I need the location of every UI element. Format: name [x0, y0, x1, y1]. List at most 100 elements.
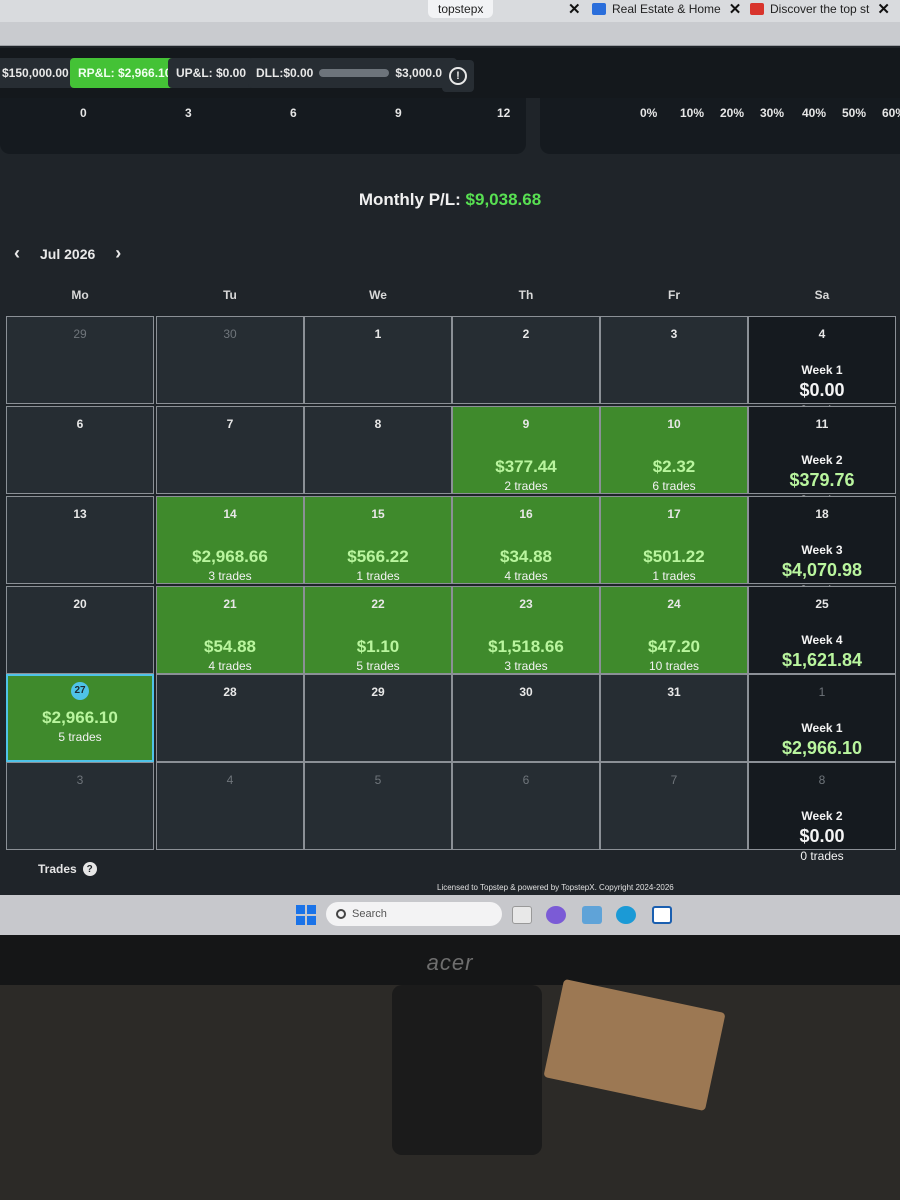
day-number: 1	[818, 685, 826, 699]
taskbar-search[interactable]: Search	[326, 902, 502, 926]
dll-progress-bar	[319, 69, 390, 77]
day-number: 22	[371, 597, 385, 611]
week-summary-cell[interactable]: 25Week 4$1,621.8422 trades	[748, 586, 896, 687]
calendar-day-cell[interactable]: 6	[6, 406, 154, 494]
axis-tick: 6	[290, 106, 297, 120]
daily-loss-limit: DLL:$0.00 $3,000.00	[248, 58, 457, 88]
calendar-day-cell[interactable]: 20	[6, 586, 154, 674]
calendar-day-cell[interactable]: 3	[600, 316, 748, 404]
calendar-day-cell[interactable]: 29	[304, 674, 452, 762]
day-of-week-label: We	[369, 288, 387, 302]
week-summary-cell[interactable]: 1Week 1$2,966.105 trades	[748, 674, 896, 775]
day-number: 2	[522, 327, 530, 341]
axis-tick: 20%	[720, 106, 745, 120]
week-summary-cell[interactable]: 8 Week 2 $0.00 0 trades	[748, 762, 896, 863]
calendar-day-cell[interactable]: 31	[600, 674, 748, 762]
winrate-panel: 0% 10% 20% 30% 40% 50% 60%	[540, 98, 900, 154]
calendar-day-cell[interactable]: 7	[156, 406, 304, 494]
calendar-day-cell[interactable]: 14 $2,968.66 3 trades	[156, 496, 304, 584]
week-pnl: $0.00	[799, 380, 845, 400]
axis-tick: 9	[395, 106, 402, 120]
week-label: Week 1	[801, 363, 843, 377]
calendar-day-cell[interactable]: 21 $54.88 4 trades	[156, 586, 304, 674]
calendar-day-cell[interactable]: 5	[304, 762, 452, 850]
browser-tab-topstepx[interactable]: topstepx	[428, 0, 494, 18]
axis-tick: 12	[497, 106, 511, 120]
info-icon: !	[449, 67, 467, 85]
calendar-day-cell[interactable]: 16 $34.88 4 trades	[452, 496, 600, 584]
calendar-day-cell[interactable]: 9 $377.44 2 trades	[452, 406, 600, 494]
trades-label: Trades	[38, 862, 77, 876]
week-label: Week 4	[801, 633, 843, 647]
license-text: Licensed to Topstep & powered by Topstep…	[437, 883, 674, 892]
help-icon[interactable]: ?	[82, 862, 97, 876]
calendar-day-cell[interactable]: 1	[304, 316, 452, 404]
calendar-day-cell[interactable]: 17 $501.22 1 trades	[600, 496, 748, 584]
axis-tick: 10%	[680, 106, 705, 120]
day-number: 4	[226, 773, 234, 787]
chevron-left-icon[interactable]: ‹	[8, 243, 26, 264]
info-button[interactable]: !	[442, 60, 474, 92]
week-summary-cell[interactable]: 4Week 1$0.000 trades	[748, 316, 896, 417]
close-icon[interactable]: ✕	[877, 0, 890, 18]
day-pnl: $47.20	[648, 637, 700, 656]
day-number: 11	[815, 417, 829, 431]
browser-tab-real-estate[interactable]: Real Estate & Home ✕	[592, 0, 741, 18]
calendar-day-cell[interactable]: 4	[156, 762, 304, 850]
calendar-day-cell[interactable]: 15 $566.22 1 trades	[304, 496, 452, 584]
calendar-day-cell[interactable]: 30	[156, 316, 304, 404]
copilot-icon[interactable]	[546, 906, 566, 924]
tab-label: topstepx	[438, 2, 484, 16]
calendar-day-cell[interactable]: 24 $47.20 10 trades	[600, 586, 748, 674]
chevron-right-icon[interactable]: ›	[109, 243, 127, 264]
close-icon[interactable]: ✕	[729, 0, 742, 18]
axis-tick: 60%	[882, 106, 900, 120]
calendar-day-cell[interactable]: 10 $2.32 6 trades	[600, 406, 748, 494]
week-summary-cell[interactable]: 18Week 3$4,070.989 trades	[748, 496, 896, 597]
calendar-day-cell[interactable]: 27 $2,966.10 5 trades	[6, 674, 154, 762]
calendar-day-cell[interactable]: 22 $1.10 5 trades	[304, 586, 452, 674]
task-view-icon[interactable]	[512, 906, 532, 924]
calendar-day-cell[interactable]: 28	[156, 674, 304, 762]
day-trade-count: 6 trades	[652, 479, 696, 493]
calendar-day-cell[interactable]: 29	[6, 316, 154, 404]
day-of-week-label: Mo	[71, 288, 89, 302]
browser-tab-discover[interactable]: Discover the top st ✕	[750, 0, 890, 18]
week-pnl: $379.76	[789, 470, 855, 490]
discover-favicon-icon	[750, 3, 764, 15]
calendar-day-cell[interactable]: 2	[452, 316, 600, 404]
day-pnl: $1.10	[356, 637, 400, 656]
monitor-brand-logo: acer	[426, 950, 474, 975]
calendar-day-cell[interactable]: 13	[6, 496, 154, 584]
day-number: 31	[667, 685, 681, 699]
tab-label: Real Estate & Home	[612, 2, 721, 16]
calendar-day-cell[interactable]: 6	[452, 762, 600, 850]
day-number: 17	[667, 507, 681, 521]
day-number: 8	[818, 773, 826, 787]
week-summary-cell[interactable]: 11Week 2$379.768 trades	[748, 406, 896, 507]
day-trade-count: 1 trades	[652, 569, 696, 583]
day-pnl: $34.88	[500, 547, 552, 566]
calendar-day-cell[interactable]: 3	[6, 762, 154, 850]
day-number: 28	[223, 685, 237, 699]
day-number: 5	[374, 773, 382, 787]
calendar-day-cell[interactable]: 23 $1,518.66 3 trades	[452, 586, 600, 674]
app-icon[interactable]	[652, 906, 672, 924]
photos-icon[interactable]	[582, 906, 602, 924]
monitor-stand	[392, 985, 542, 1155]
calendar-day-cell[interactable]: 30	[452, 674, 600, 762]
day-number: 3	[76, 773, 84, 787]
day-of-week-label: Tu	[223, 288, 237, 302]
day-pnl: $501.22	[643, 547, 705, 566]
windows-start-icon[interactable]	[296, 905, 316, 925]
day-trade-count: 4 trades	[504, 569, 548, 583]
day-number: 9	[522, 417, 530, 431]
account-balance: $150,000.00	[0, 58, 77, 88]
day-pnl: $566.22	[347, 547, 409, 566]
edge-browser-icon[interactable]	[616, 906, 636, 924]
day-number: 30	[223, 327, 237, 341]
calendar-day-cell[interactable]: 8	[304, 406, 452, 494]
month-navigator: ‹ Jul 2026 ›	[8, 243, 127, 264]
tab-close-icon-1[interactable]: ✕	[560, 0, 581, 18]
calendar-day-cell[interactable]: 7	[600, 762, 748, 850]
